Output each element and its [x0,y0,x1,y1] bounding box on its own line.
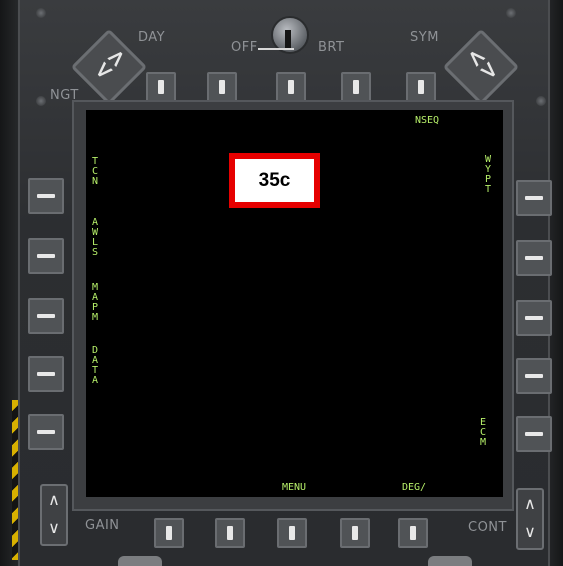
brt-label: BRT [318,40,345,55]
screw-icon [36,96,46,106]
wypt-label: WYPT [485,155,491,195]
osb-top-5[interactable] [406,72,436,102]
ecm-label: ECM [480,418,486,448]
knob-off-mark [258,48,294,50]
vertical-char: S [92,247,99,258]
osb-bottom-3[interactable] [277,518,307,548]
screw-icon [536,96,546,106]
callout-text: 35c [235,159,314,202]
mapm-label: MAPM [92,283,98,323]
osb-top-1[interactable] [146,72,176,102]
osb-bottom-2[interactable] [215,518,245,548]
chevron-up-icon: ∧ [524,494,536,513]
menu-label: MENU [282,482,307,493]
osb-top-3[interactable] [276,72,306,102]
cont-label: CONT [468,520,507,535]
osb-left-1[interactable] [28,178,64,214]
off-label: OFF [231,40,258,55]
osb-left-3[interactable] [28,298,64,334]
data-label: DATA [92,346,98,386]
tcn-label: TCN [92,157,98,187]
deg-label: DEG/ [402,482,427,493]
gain-updown[interactable]: ∧ ∨ [40,484,68,546]
screw-icon [506,8,516,18]
awls-label: AWLS [92,218,98,258]
osb-right-2[interactable] [516,240,552,276]
osb-left-5[interactable] [28,414,64,450]
osb-right-3[interactable] [516,300,552,336]
nseq-label: NSEQ [415,115,440,126]
screw-icon [36,8,46,18]
osb-top-2[interactable] [207,72,237,102]
osb-right-1[interactable] [516,180,552,216]
osb-bottom-4[interactable] [340,518,370,548]
sym-label: SYM [410,30,439,45]
knob-pointer [285,30,291,48]
mount-bump [428,556,472,566]
callout-box: 35c [229,153,320,208]
chevron-up-icon: ∧ [48,490,60,509]
gain-label: GAIN [85,518,120,533]
day-label: DAY [138,30,166,45]
mount-bump [118,556,162,566]
osb-bottom-5[interactable] [398,518,428,548]
vertical-char: A [92,375,99,386]
chevron-down-icon: ∨ [524,522,536,541]
vertical-char: N [92,176,99,187]
osb-right-5[interactable] [516,416,552,452]
osb-right-4[interactable] [516,358,552,394]
contrast-updown[interactable]: ∧ ∨ [516,488,544,550]
osb-top-4[interactable] [341,72,371,102]
vertical-char: M [480,437,487,448]
vertical-char: M [92,312,99,323]
vertical-char: T [485,184,492,195]
osb-left-4[interactable] [28,356,64,392]
osb-left-2[interactable] [28,238,64,274]
osb-bottom-1[interactable] [154,518,184,548]
chevron-down-icon: ∨ [48,518,60,537]
